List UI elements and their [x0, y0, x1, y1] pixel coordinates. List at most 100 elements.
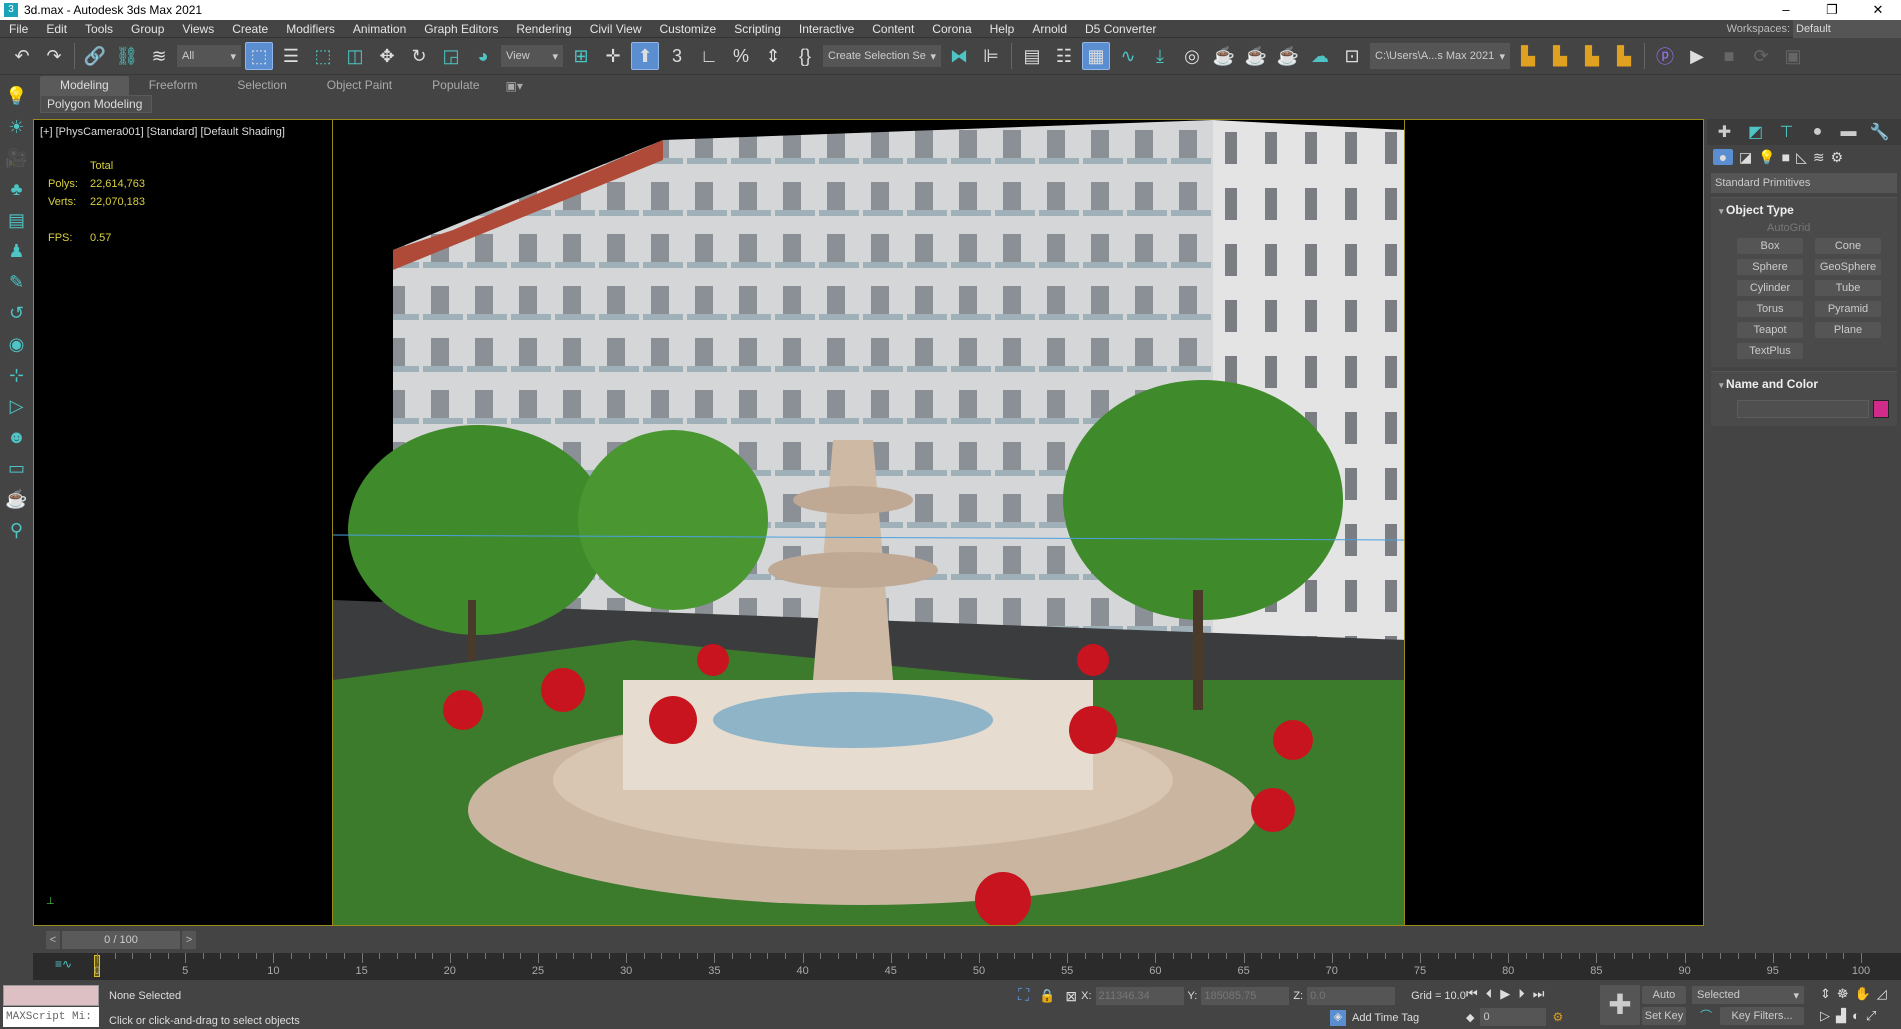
rotate-icon[interactable]: ↻	[405, 42, 433, 70]
textplus-button[interactable]: TextPlus	[1737, 343, 1803, 359]
helpers-icon[interactable]: ◺	[1796, 149, 1807, 166]
project-structure-icon[interactable]: ▙	[1610, 42, 1638, 70]
project-settings-icon[interactable]: ▙	[1514, 42, 1542, 70]
list-icon[interactable]: ▤	[8, 210, 25, 232]
maxscript-mini-listener[interactable]: MAXScript Mi:	[3, 1007, 99, 1027]
systems-icon[interactable]: ⚙	[1831, 149, 1844, 166]
align-icon[interactable]: ⊫	[977, 42, 1005, 70]
menu-corona[interactable]: Corona	[923, 22, 980, 36]
isolate-selection-icon[interactable]: ⛶	[1018, 987, 1029, 1005]
object-name-field[interactable]	[1737, 400, 1869, 418]
track-bar[interactable]: ≡∿ 0 5 10 15 20 25 30 35 40 45 50 55 60 65 70 75 80 85 90 9…	[33, 953, 1901, 980]
named-selection-dropdown[interactable]: Create Selection Se ▾	[823, 45, 941, 67]
teapot-button[interactable]: Teapot	[1737, 322, 1803, 338]
modify-tab-icon[interactable]: ◩	[1742, 122, 1769, 142]
spinner-snap-icon[interactable]: ⇕	[759, 42, 787, 70]
add-time-tag-button[interactable]: Add Time Tag	[1352, 1012, 1419, 1024]
name-and-color-header[interactable]: Name and Color	[1711, 372, 1897, 396]
scale-icon[interactable]: ◲	[437, 42, 465, 70]
tab-freeform[interactable]: Freeform	[129, 76, 218, 95]
maxscript-listener-output[interactable]	[3, 985, 99, 1006]
sync-icon[interactable]: ⟳	[1747, 42, 1775, 70]
object-color-swatch[interactable]	[1873, 400, 1889, 418]
select-object-icon[interactable]: ⬚	[245, 42, 273, 70]
trees-icon[interactable]: ♣	[11, 179, 23, 201]
selection-lock-icon[interactable]: 🔒	[1039, 988, 1055, 1004]
pyramid-button[interactable]: Pyramid	[1815, 301, 1881, 317]
sun-icon[interactable]: ☀	[8, 117, 24, 139]
menu-content[interactable]: Content	[863, 22, 923, 36]
bulb-icon[interactable]: ⚲	[10, 520, 23, 542]
tab-object-paint[interactable]: Object Paint	[307, 76, 412, 95]
rectangular-selection-icon[interactable]: ⬚	[309, 42, 337, 70]
create-tab-icon[interactable]: ✚	[1711, 122, 1738, 142]
render-icon[interactable]: ▷	[10, 396, 24, 418]
snaps-toggle-icon[interactable]: 3	[663, 42, 691, 70]
set-key-button[interactable]: Set Key	[1642, 1007, 1686, 1025]
time-slider-thumb[interactable]: 0 / 100	[62, 931, 180, 949]
orbit-icon[interactable]: ☸	[1837, 986, 1849, 1002]
undo-icon[interactable]: ↶	[8, 42, 36, 70]
y-coordinate-field[interactable]: 185085.75	[1201, 987, 1290, 1005]
box-button[interactable]: Box	[1737, 238, 1803, 254]
camera-icon[interactable]: 🎥	[5, 148, 27, 170]
project-folder-icon[interactable]: ▙	[1546, 42, 1574, 70]
x-coordinate-field[interactable]: 211346.34	[1095, 987, 1184, 1005]
menu-interactive[interactable]: Interactive	[790, 22, 863, 36]
stop-icon[interactable]: ■	[1715, 42, 1743, 70]
menu-help[interactable]: Help	[981, 22, 1024, 36]
people-icon[interactable]: ☻	[7, 427, 26, 449]
layer-explorer-icon[interactable]: ☷	[1050, 42, 1078, 70]
previous-frame-icon[interactable]: ⏴	[1486, 986, 1493, 1002]
panel-polygon-modeling[interactable]: Polygon Modeling	[40, 95, 152, 113]
teapot-icon[interactable]: ☕	[5, 489, 27, 511]
cone-button[interactable]: Cone	[1815, 238, 1881, 254]
render-region-icon[interactable]: ⊡	[1338, 42, 1366, 70]
plane-button[interactable]: Plane	[1815, 322, 1881, 338]
menu-customize[interactable]: Customize	[651, 22, 726, 36]
current-frame-field[interactable]: 0	[1480, 1008, 1547, 1026]
select-manipulate-icon[interactable]: ✛	[599, 42, 627, 70]
zoom-extents-icon[interactable]: ⇕	[1820, 986, 1831, 1002]
menu-scripting[interactable]: Scripting	[725, 22, 790, 36]
material-editor-icon[interactable]: ◎	[1178, 42, 1206, 70]
primitive-category-dropdown[interactable]: Standard Primitives	[1711, 173, 1897, 193]
display-tab-icon[interactable]: ▬	[1835, 123, 1862, 141]
field-of-view-icon[interactable]: ◿	[1877, 986, 1887, 1002]
sphere-icon[interactable]: ◉	[9, 334, 25, 356]
goto-end-icon[interactable]: ⏭	[1533, 986, 1545, 1002]
goto-start-icon[interactable]: ⏮	[1466, 986, 1478, 1002]
absolute-mode-icon[interactable]: ⊠	[1065, 988, 1077, 1005]
time-tag-icon[interactable]: ◈	[1330, 1010, 1346, 1026]
plugin-p-icon[interactable]: ⓟ	[1651, 42, 1679, 70]
autogrid-checkbox[interactable]: AutoGrid	[1767, 222, 1897, 234]
link-icon[interactable]: 🔗	[81, 42, 109, 70]
workspace-selector[interactable]: Workspaces: Default	[1727, 20, 1901, 38]
curve-editor-mini-icon[interactable]: ≡∿	[55, 957, 72, 971]
render-cloud-icon[interactable]: ☁	[1306, 42, 1334, 70]
review-icon[interactable]: ▣	[1779, 42, 1807, 70]
next-frame-button[interactable]: >	[182, 931, 196, 949]
scene-explorer-icon[interactable]: ▤	[1018, 42, 1046, 70]
key-mode-toggle-icon[interactable]: ◆	[1466, 1011, 1474, 1024]
viewport-perspective[interactable]: [+] [PhysCamera001] [Standard] [Default …	[33, 119, 1704, 926]
menu-tools[interactable]: Tools	[76, 22, 122, 36]
tab-selection[interactable]: Selection	[217, 76, 306, 95]
menu-animation[interactable]: Animation	[344, 22, 415, 36]
window-crossing-icon[interactable]: ◫	[341, 42, 369, 70]
menu-civil-view[interactable]: Civil View	[581, 22, 651, 36]
rotate-view-icon[interactable]: ↺	[9, 303, 24, 325]
figure-icon[interactable]: ♟	[8, 241, 24, 263]
ribbon-options-icon[interactable]: ▣▾	[500, 77, 529, 95]
key-selection-set-dropdown[interactable]: Selected ▾	[1692, 986, 1804, 1004]
pan-icon[interactable]: ✋	[1855, 986, 1871, 1002]
mirror-icon[interactable]: ⧓	[945, 42, 973, 70]
sphere-button[interactable]: Sphere	[1737, 259, 1803, 275]
motion-tab-icon[interactable]: ●	[1804, 123, 1831, 141]
geosphere-button[interactable]: GeoSphere	[1815, 259, 1881, 275]
menu-arnold[interactable]: Arnold	[1023, 22, 1076, 36]
edit-named-selection-icon[interactable]: {}	[791, 42, 819, 70]
place-icon[interactable]: ◕	[469, 42, 497, 70]
scene-render[interactable]	[332, 120, 1405, 925]
percent-snap-icon[interactable]: %	[727, 42, 755, 70]
